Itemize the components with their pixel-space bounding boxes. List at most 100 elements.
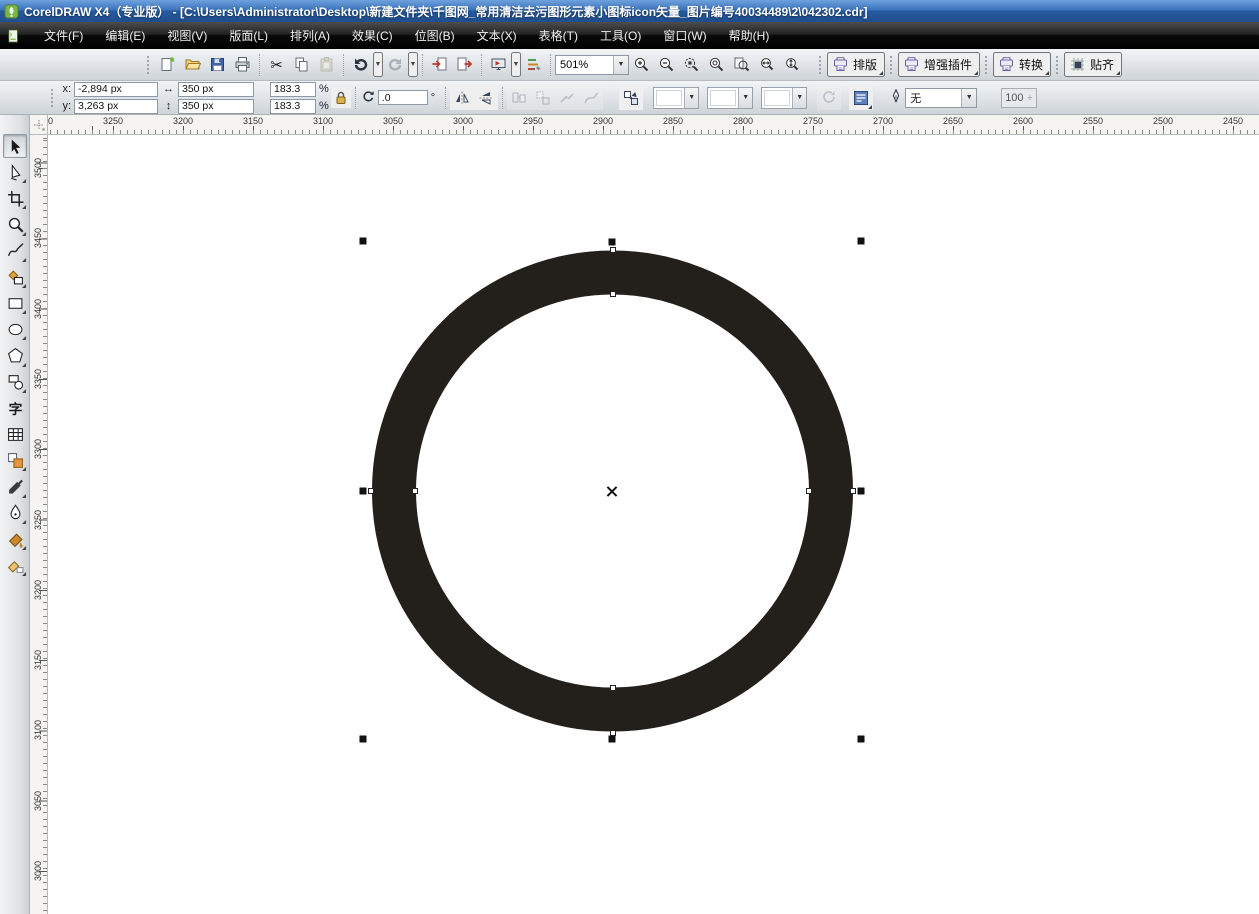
- menu-item-5[interactable]: 排列(A): [279, 24, 341, 48]
- curve-node-7[interactable]: [610, 685, 616, 691]
- new-document-button[interactable]: [155, 52, 180, 77]
- menu-item-12[interactable]: 帮助(H): [718, 24, 781, 48]
- application-launcher-button[interactable]: [486, 52, 511, 77]
- interactive-fill-tool[interactable]: [3, 553, 27, 577]
- undo-button[interactable]: [348, 52, 373, 77]
- menu-item-7[interactable]: 位图(B): [404, 24, 466, 48]
- selection-handle-3[interactable]: [858, 238, 865, 245]
- wrap-paragraph-text-button[interactable]: [849, 86, 873, 110]
- outline-style-dropdown-icon[interactable]: ▼: [738, 88, 752, 108]
- propbar-grip[interactable]: [50, 88, 55, 108]
- drawing-canvas[interactable]: [48, 135, 1259, 914]
- ellipse-tool[interactable]: [3, 317, 27, 341]
- save-button[interactable]: [205, 52, 230, 77]
- ring-object[interactable]: [48, 135, 1259, 914]
- rotation-angle-field[interactable]: [378, 90, 428, 105]
- menu-item-3[interactable]: 视图(V): [156, 24, 218, 48]
- freehand-tool[interactable]: [3, 239, 27, 263]
- menu-item-9[interactable]: 表格(T): [528, 24, 589, 48]
- object-width-field[interactable]: [178, 82, 254, 97]
- welcome-screen-button[interactable]: [521, 52, 546, 77]
- scale-y-field[interactable]: [270, 99, 316, 114]
- selection-handle-4[interactable]: [360, 488, 367, 495]
- polygon-tool[interactable]: [3, 344, 27, 368]
- interactive-blend-tool[interactable]: [3, 448, 27, 472]
- curve-node-3[interactable]: [368, 488, 374, 494]
- menu-item-4[interactable]: 版面(L): [218, 24, 279, 48]
- zoom-selected-button[interactable]: [679, 52, 704, 77]
- outline-width-dropdown-icon[interactable]: ▼: [961, 89, 976, 107]
- outline-width-combo[interactable]: 无 ▼: [905, 88, 977, 108]
- import-button[interactable]: [427, 52, 452, 77]
- line-end-selector[interactable]: ▼: [761, 87, 807, 109]
- convert-to-curves-button[interactable]: [619, 86, 643, 110]
- menu-item-2[interactable]: 编辑(E): [94, 24, 156, 48]
- line-start-selector[interactable]: ▼: [653, 87, 699, 109]
- undo-dropdown-caret[interactable]: ▼: [373, 52, 383, 77]
- y-position-field[interactable]: [74, 99, 158, 114]
- basic-shapes-tool[interactable]: [3, 370, 27, 394]
- convert-toolbar-button[interactable]: 转换: [993, 52, 1051, 77]
- spinner-stepper-icon[interactable]: ÷: [1028, 93, 1033, 103]
- zoom-page-width-button[interactable]: [754, 52, 779, 77]
- text-tool[interactable]: 字: [3, 396, 27, 420]
- selection-handle-1[interactable]: [360, 238, 367, 245]
- line-end-dropdown-icon[interactable]: ▼: [792, 88, 806, 108]
- line-start-dropdown-icon[interactable]: ▼: [684, 88, 698, 108]
- selection-handle-2[interactable]: [609, 239, 616, 246]
- redo-dropdown-caret[interactable]: ▼: [408, 52, 418, 77]
- enhanced-plugins-toolbar-button[interactable]: 增强插件: [898, 52, 980, 77]
- zoom-level-combo[interactable]: 501% ▼: [555, 55, 629, 75]
- join-curves-button[interactable]: [555, 86, 579, 110]
- zoom-out-button[interactable]: [654, 52, 679, 77]
- mirror-vertical-button[interactable]: [474, 86, 498, 110]
- zoom-in-button[interactable]: [629, 52, 654, 77]
- application-launcher-caret[interactable]: ▼: [511, 52, 521, 77]
- docked-toolbar-grip[interactable]: [1055, 55, 1060, 75]
- ruler-origin-corner[interactable]: [30, 115, 48, 135]
- curve-node-6[interactable]: [850, 488, 856, 494]
- scale-x-field[interactable]: [270, 82, 316, 97]
- menu-item-11[interactable]: 窗口(W): [652, 24, 717, 48]
- selection-handle-8[interactable]: [858, 736, 865, 743]
- selection-handle-7[interactable]: [609, 736, 616, 743]
- curve-node-5[interactable]: [806, 488, 812, 494]
- x-position-field[interactable]: [74, 82, 158, 97]
- table-tool[interactable]: [3, 422, 27, 446]
- reduce-nodes-button[interactable]: [531, 86, 555, 110]
- edit-nodes-button[interactable]: [507, 86, 531, 110]
- selection-handle-5[interactable]: [858, 488, 865, 495]
- transparency-spinner[interactable]: 100 ÷: [1001, 88, 1036, 108]
- fill-tool[interactable]: [3, 527, 27, 551]
- docked-toolbar-grip[interactable]: [818, 55, 823, 75]
- copy-button[interactable]: [289, 52, 314, 77]
- close-curve-button[interactable]: [817, 86, 841, 110]
- export-button[interactable]: [452, 52, 477, 77]
- outline-pen-tool[interactable]: [3, 501, 27, 525]
- vertical-ruler[interactable]: 3500345034003350330032503200315031003050…: [30, 135, 48, 914]
- rectangle-tool[interactable]: [3, 291, 27, 315]
- zoom-all-objects-button[interactable]: [704, 52, 729, 77]
- selection-handle-6[interactable]: [360, 736, 367, 743]
- zoom-combo-dropdown-icon[interactable]: ▼: [613, 56, 628, 74]
- document-icon[interactable]: [7, 29, 21, 43]
- menu-item-6[interactable]: 效果(C): [341, 24, 404, 48]
- lock-ratio-button[interactable]: [331, 88, 351, 108]
- curve-node-1[interactable]: [610, 247, 616, 253]
- zoom-page-button[interactable]: [729, 52, 754, 77]
- redo-button[interactable]: [383, 52, 408, 77]
- zoom-page-height-button[interactable]: [779, 52, 804, 77]
- toolbar-grip[interactable]: [146, 55, 151, 75]
- eyedropper-tool[interactable]: [3, 475, 27, 499]
- print-button[interactable]: [230, 52, 255, 77]
- paste-button[interactable]: [314, 52, 339, 77]
- menu-item-1[interactable]: 文件(F): [33, 24, 94, 48]
- horizontal-ruler[interactable]: 3300325032003150310030503000295029002850…: [48, 115, 1259, 135]
- docked-toolbar-grip[interactable]: [984, 55, 989, 75]
- cut-button[interactable]: ✂: [264, 52, 289, 77]
- typesetting-toolbar-button[interactable]: 排版: [827, 52, 885, 77]
- smart-fill-tool[interactable]: [3, 265, 27, 289]
- shape-tool[interactable]: [3, 160, 27, 184]
- outline-style-selector[interactable]: ▼: [707, 87, 753, 109]
- pick-tool[interactable]: [3, 134, 27, 158]
